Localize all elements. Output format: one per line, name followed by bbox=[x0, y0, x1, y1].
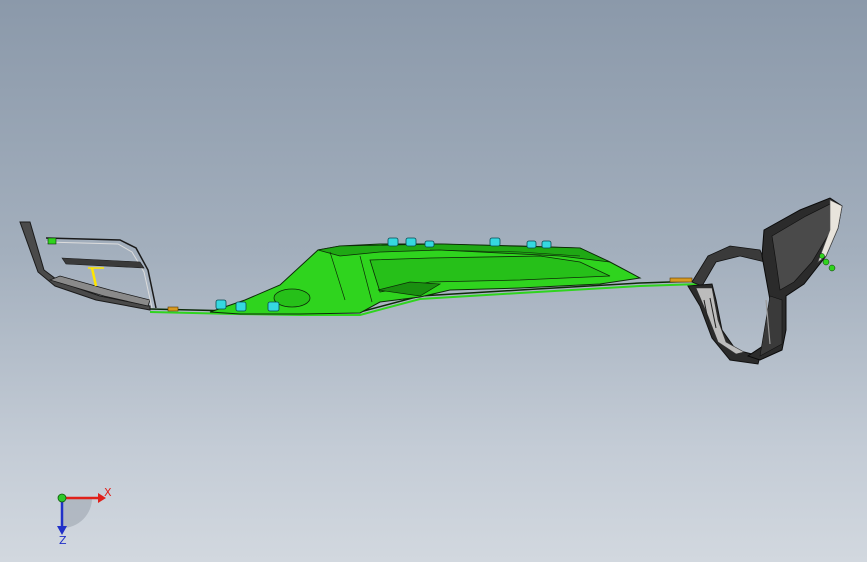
fastener bbox=[424, 240, 435, 248]
z-axis-label: Z bbox=[59, 534, 67, 546]
fastener bbox=[489, 237, 501, 247]
fastener bbox=[387, 237, 399, 247]
fastener bbox=[526, 240, 537, 249]
grip-handle bbox=[746, 197, 843, 361]
fastener bbox=[267, 301, 280, 312]
right-bracket bbox=[669, 245, 766, 365]
graphics-viewport[interactable]: X Z bbox=[0, 0, 867, 562]
x-axis-label: X bbox=[104, 486, 112, 499]
y-axis-dot bbox=[57, 493, 67, 503]
fastener bbox=[541, 240, 552, 249]
left-bracket bbox=[19, 221, 179, 312]
fastener bbox=[405, 237, 417, 247]
fastener bbox=[235, 301, 247, 312]
part-model[interactable] bbox=[0, 0, 867, 562]
reference-triad: X Z bbox=[57, 486, 112, 546]
triad-plane bbox=[62, 498, 92, 528]
fastener bbox=[215, 299, 227, 310]
